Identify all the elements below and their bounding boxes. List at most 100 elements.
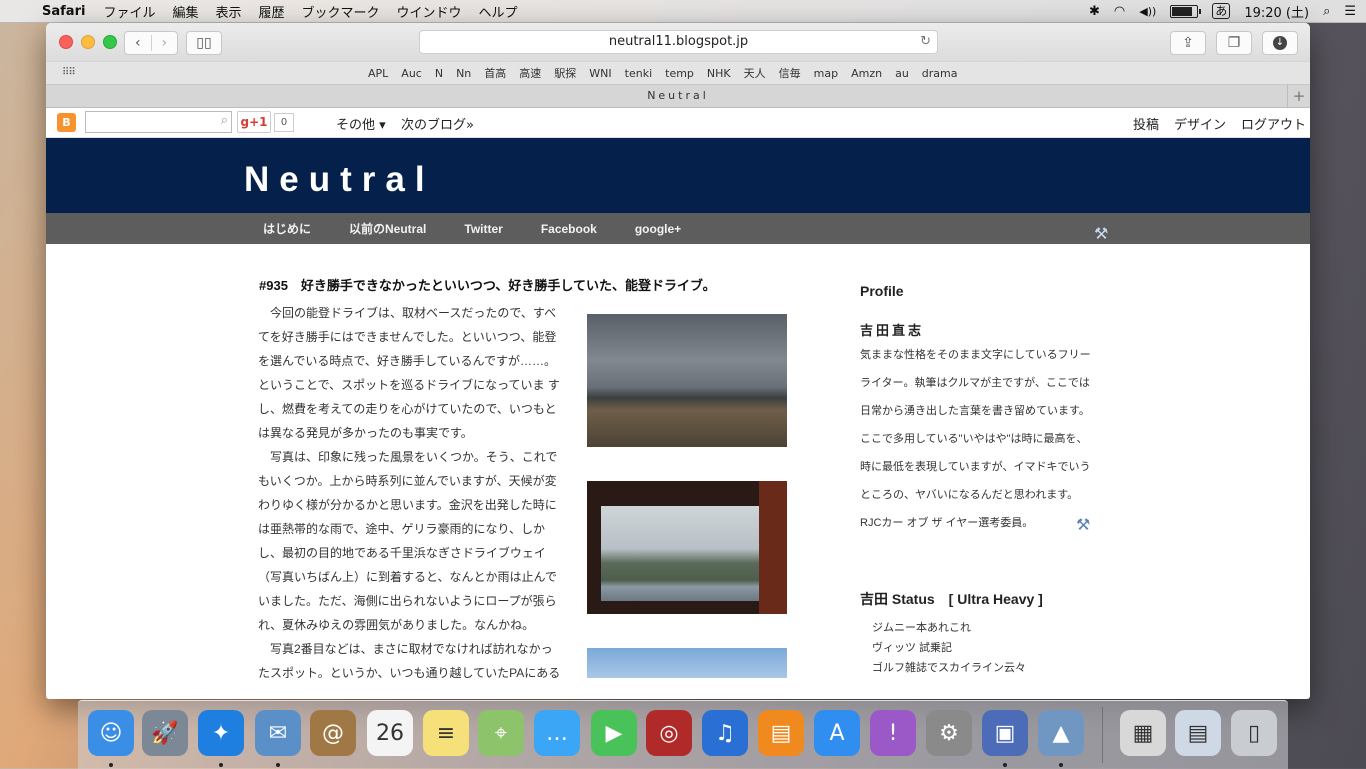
more-menu[interactable]: その他 ▾ bbox=[336, 114, 386, 133]
reload-icon[interactable]: ↻ bbox=[920, 31, 931, 53]
edit-wrench-icon[interactable]: ⚒ bbox=[1094, 224, 1108, 243]
wifi-icon[interactable]: ◠ bbox=[1114, 4, 1125, 19]
messages-icon[interactable]: … bbox=[534, 710, 580, 756]
menu-history[interactable]: 履歴 bbox=[258, 2, 284, 21]
battery-icon[interactable] bbox=[1170, 4, 1202, 18]
logout-link[interactable]: ログアウト bbox=[1241, 114, 1306, 133]
favorite-link[interactable]: 高速 bbox=[519, 65, 541, 81]
menu-link-twitter[interactable]: Twitter bbox=[464, 222, 502, 236]
feedback-icon[interactable]: ! bbox=[870, 710, 916, 756]
photo-booth-icon[interactable]: ◎ bbox=[646, 710, 692, 756]
menu-link-previous-neutral[interactable]: 以前のNeutral bbox=[349, 220, 426, 237]
menu-file[interactable]: ファイル bbox=[103, 2, 155, 21]
favorite-link[interactable]: Amzn bbox=[851, 67, 882, 80]
documents-icon[interactable]: ▦ bbox=[1120, 710, 1166, 756]
menu-bookmarks[interactable]: ブックマーク bbox=[302, 2, 380, 21]
design-link[interactable]: デザイン bbox=[1174, 114, 1226, 133]
favorite-link[interactable]: APL bbox=[368, 67, 388, 80]
search-icon[interactable]: ⌕ bbox=[221, 113, 228, 128]
post-line: れ、夏休みゆえの雰囲気がありました。なんかね。 bbox=[258, 618, 535, 632]
favorite-link[interactable]: drama bbox=[922, 67, 958, 80]
bluetooth-icon[interactable]: ✱ bbox=[1089, 4, 1100, 19]
favorite-link[interactable]: WNI bbox=[589, 67, 611, 80]
spotlight-icon[interactable]: ⌕ bbox=[1323, 4, 1330, 19]
ibooks-icon[interactable]: ▤ bbox=[758, 710, 804, 756]
favorite-link[interactable]: 駅探 bbox=[554, 65, 576, 81]
blog-title[interactable]: Neutral bbox=[244, 160, 435, 200]
notification-center-icon[interactable]: ☰ bbox=[1344, 4, 1356, 19]
new-tab-button[interactable]: + bbox=[1287, 85, 1310, 107]
app-store-icon[interactable]: A bbox=[814, 710, 860, 756]
share-button[interactable]: ⇪ bbox=[1170, 31, 1206, 55]
finder-icon[interactable]: ☺ bbox=[88, 710, 134, 756]
notes-icon[interactable]: ≡ bbox=[423, 710, 469, 756]
contacts-icon[interactable]: @ bbox=[310, 710, 356, 756]
maps-icon[interactable]: ⌖ bbox=[478, 710, 524, 756]
menu-view[interactable]: 表示 bbox=[215, 2, 241, 21]
tab-title[interactable]: Neutral bbox=[647, 89, 709, 102]
favorite-link[interactable]: 信毎 bbox=[779, 65, 801, 81]
status-link[interactable]: ジムニー本あれこれ bbox=[872, 618, 1026, 638]
menu-edit[interactable]: 編集 bbox=[172, 2, 198, 21]
trash-icon[interactable]: ▯ bbox=[1231, 710, 1277, 756]
system-preferences-icon[interactable]: ⚙ bbox=[926, 710, 972, 756]
calendar-icon[interactable]: 26 bbox=[367, 710, 413, 756]
preview-icon[interactable]: ▣ bbox=[982, 710, 1028, 756]
beach-photo[interactable] bbox=[587, 314, 787, 447]
menu-window[interactable]: ウインドウ bbox=[397, 2, 462, 21]
image-viewer-icon[interactable]: ▲ bbox=[1038, 710, 1084, 756]
forward-button[interactable]: › bbox=[152, 35, 178, 51]
menu-help[interactable]: ヘルプ bbox=[479, 2, 518, 21]
volume-icon[interactable]: ◀)) bbox=[1139, 5, 1156, 18]
status-link[interactable]: ゴルフ雑誌でスカイライン云々 bbox=[872, 658, 1026, 678]
sky-photo[interactable] bbox=[587, 648, 787, 678]
menu-link-google-plus[interactable]: google+ bbox=[635, 222, 681, 236]
share-icon: ⇪ bbox=[1182, 35, 1194, 51]
favorite-link[interactable]: NHK bbox=[707, 67, 731, 80]
next-blog-link[interactable]: 次のブログ» bbox=[401, 114, 474, 133]
safari-icon[interactable]: ✦ bbox=[198, 710, 244, 756]
app-menu[interactable]: Safari bbox=[42, 4, 85, 19]
address-bar[interactable]: neutral11.blogspot.jp ↻ bbox=[419, 30, 938, 54]
mail-icon[interactable]: ✉ bbox=[255, 710, 301, 756]
menu-link-facebook[interactable]: Facebook bbox=[541, 222, 597, 236]
new-post-link[interactable]: 投稿 bbox=[1133, 114, 1159, 133]
bio-line: 日常から湧き出した言葉を書き留めています。 bbox=[860, 405, 1090, 417]
post-line: いました。ただ、海側に出られないようにロープが張ら bbox=[258, 594, 557, 608]
top-sites-icon[interactable]: ⠿⠿ bbox=[62, 67, 76, 78]
post-line: たスポット。というか、いつも通り越していたPAにある bbox=[258, 666, 561, 678]
view-photo[interactable] bbox=[587, 481, 787, 614]
menu-link-intro[interactable]: はじめに bbox=[263, 220, 311, 237]
gplus-button[interactable]: g+1 bbox=[237, 111, 271, 133]
clock[interactable]: 19:20 (土) bbox=[1244, 2, 1309, 21]
blogger-logo-icon[interactable]: B bbox=[57, 113, 76, 132]
fullscreen-window-button[interactable] bbox=[103, 35, 117, 49]
close-window-button[interactable] bbox=[59, 35, 73, 49]
launchpad-icon[interactable]: 🚀 bbox=[142, 710, 188, 756]
favorite-link[interactable]: 天人 bbox=[744, 65, 766, 81]
favorite-link[interactable]: temp bbox=[665, 67, 694, 80]
post-line: もいくつか。上から時系列に並んでいますが、天候が変 bbox=[258, 474, 557, 488]
favorite-link[interactable]: N bbox=[435, 67, 443, 80]
edit-wrench-icon[interactable]: ⚒ bbox=[1076, 515, 1090, 535]
minimize-window-button[interactable] bbox=[81, 35, 95, 49]
itunes-icon[interactable]: ♫ bbox=[702, 710, 748, 756]
sidebar-toggle-button[interactable]: ▯▯ bbox=[186, 31, 222, 55]
favorite-link[interactable]: 首高 bbox=[484, 65, 506, 81]
back-button[interactable]: ‹ bbox=[125, 35, 152, 51]
show-tabs-button[interactable]: ❐ bbox=[1216, 31, 1252, 55]
favorite-link[interactable]: Nn bbox=[456, 67, 471, 80]
favorite-link[interactable]: tenki bbox=[625, 67, 652, 80]
download-icon: ↓ bbox=[1273, 36, 1287, 50]
input-method-icon[interactable]: あ bbox=[1212, 3, 1231, 19]
safari-window: ‹ › ▯▯ neutral11.blogspot.jp ↻ ⇪ ❐ ↓ ⠿⠿ … bbox=[46, 23, 1310, 699]
favorite-link[interactable]: map bbox=[814, 67, 838, 80]
status-link[interactable]: ヴィッツ 試乗記 bbox=[872, 638, 1026, 658]
screenshots-icon[interactable]: ▤ bbox=[1175, 710, 1221, 756]
favorite-link[interactable]: Auc bbox=[401, 67, 422, 80]
blog-search-input[interactable]: ⌕ bbox=[85, 111, 232, 133]
downloads-button[interactable]: ↓ bbox=[1262, 31, 1298, 55]
post-title[interactable]: #935 好き勝手できなかったといいつつ、好き勝手していた、能登ドライブ。 bbox=[259, 275, 716, 294]
facetime-icon[interactable]: ▶ bbox=[591, 710, 637, 756]
favorite-link[interactable]: au bbox=[895, 67, 909, 80]
